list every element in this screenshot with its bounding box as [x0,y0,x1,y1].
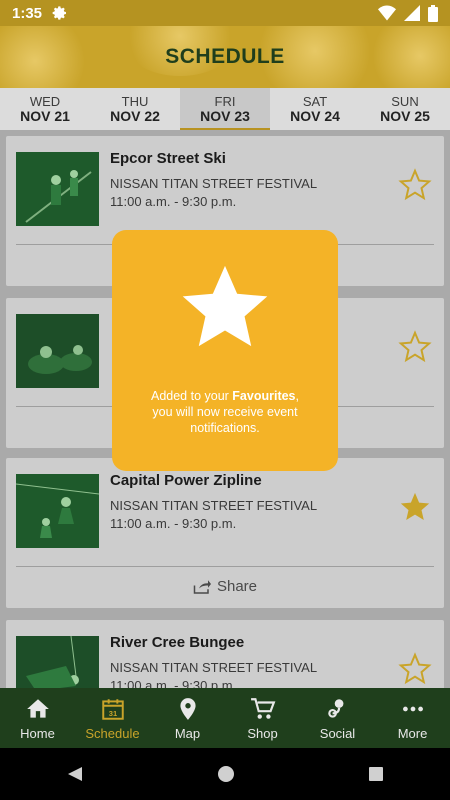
day-tabs: WED NOV 21 THU NOV 22 FRI NOV 23 SAT NOV… [0,88,450,130]
tab-date: NOV 24 [290,108,340,124]
map-pin-icon [179,697,196,720]
tab-date: NOV 22 [110,108,160,124]
event-venue: NISSAN TITAN STREET FESTIVAL [110,176,318,191]
share-label: Share [216,578,258,595]
tab-date: NOV 21 [20,108,70,124]
calendar-icon: 31 [101,698,124,720]
favorite-star-icon[interactable] [398,652,432,686]
nav-label: Home [20,725,55,741]
tab-day-thu[interactable]: THU NOV 22 [90,88,180,130]
wifi-icon [378,5,396,21]
share-icon [193,579,211,594]
event-hours: 11:00 a.m. - 9:30 p.m. [110,194,237,209]
event-thumbnail [16,314,99,388]
toast-message: Added to your Favourites, you will now r… [135,388,315,436]
tab-day-of-week: SUN [391,94,419,109]
favorite-added-toast: Added to your Favourites, you will now r… [112,230,338,471]
event-thumbnail [16,152,99,226]
tab-day-sun[interactable]: SUN NOV 25 [360,88,450,130]
event-card[interactable]: Capital Power Zipline NISSAN TITAN STREE… [6,458,444,608]
tab-day-fri[interactable]: FRI NOV 23 [180,88,270,130]
event-card[interactable]: River Cree Bungee NISSAN TITAN STREET FE… [6,620,444,688]
nav-label: Social [319,725,356,741]
status-bar: 1:35 [0,0,450,26]
nav-home[interactable]: Home [0,688,75,748]
card-divider [16,566,434,567]
system-nav-bar [0,748,450,800]
page-title: SCHEDULE [165,45,285,68]
toast-line3: notifications. [190,421,260,435]
recents-icon[interactable] [368,766,384,782]
firework-decoration [0,26,90,88]
tab-date: NOV 23 [200,108,250,124]
tab-day-of-week: THU [121,94,149,109]
event-venue: NISSAN TITAN STREET FESTIVAL [110,498,318,513]
star-icon [182,265,268,347]
favorite-star-icon[interactable] [398,168,432,202]
nav-label: Schedule [85,725,140,741]
more-icon [402,706,423,711]
event-title: River Cree Bungee [110,634,245,651]
app-header: SCHEDULE [0,26,450,88]
tab-day-sat[interactable]: SAT NOV 24 [270,88,360,130]
event-venue: NISSAN TITAN STREET FESTIVAL [110,660,318,675]
nav-schedule[interactable]: 31 Schedule [75,688,150,748]
firework-decoration [370,26,450,88]
toast-line2: you will now receive event [152,405,298,419]
favorite-star-filled-icon[interactable] [398,490,432,524]
event-hours: 11:00 a.m. - 9:30 p.m. [110,516,237,531]
favorite-star-icon[interactable] [398,330,432,364]
back-icon[interactable] [66,765,84,783]
home-icon [26,698,49,718]
gear-icon [52,6,67,20]
social-icon [327,698,343,718]
nav-label: More [397,725,428,741]
event-title: Epcor Street Ski [110,150,226,167]
nav-label: Shop [247,725,278,741]
toast-line1-bold: Favourites [232,389,296,403]
tab-day-of-week: WED [29,94,61,109]
event-thumbnail [16,635,99,688]
nav-shop[interactable]: Shop [225,688,300,748]
tab-date: NOV 25 [380,108,430,124]
battery-icon [428,4,438,22]
tab-day-of-week: SAT [302,94,328,109]
nav-label: Map [174,725,201,741]
cart-icon [250,697,275,719]
tab-day-of-week: FRI [214,94,236,109]
bottom-nav: Home 31 Schedule Map Shop Social More [0,688,450,748]
event-hours: 11:00 a.m. - 9:30 p.m. [110,678,237,688]
calendar-badge: 31 [108,709,116,718]
signal-icon [404,5,420,21]
toast-line1-suffix: , [295,389,299,403]
tab-day-wed[interactable]: WED NOV 21 [0,88,90,130]
event-thumbnail [15,474,100,548]
home-circle-icon[interactable] [217,765,235,783]
nav-social[interactable]: Social [300,688,375,748]
nav-more[interactable]: More [375,688,450,748]
share-button[interactable]: Share [6,578,444,595]
event-title: Capital Power Zipline [110,472,262,489]
toast-line1-prefix: Added to your [150,389,233,403]
status-time: 1:35 [12,4,43,22]
nav-map[interactable]: Map [150,688,225,748]
